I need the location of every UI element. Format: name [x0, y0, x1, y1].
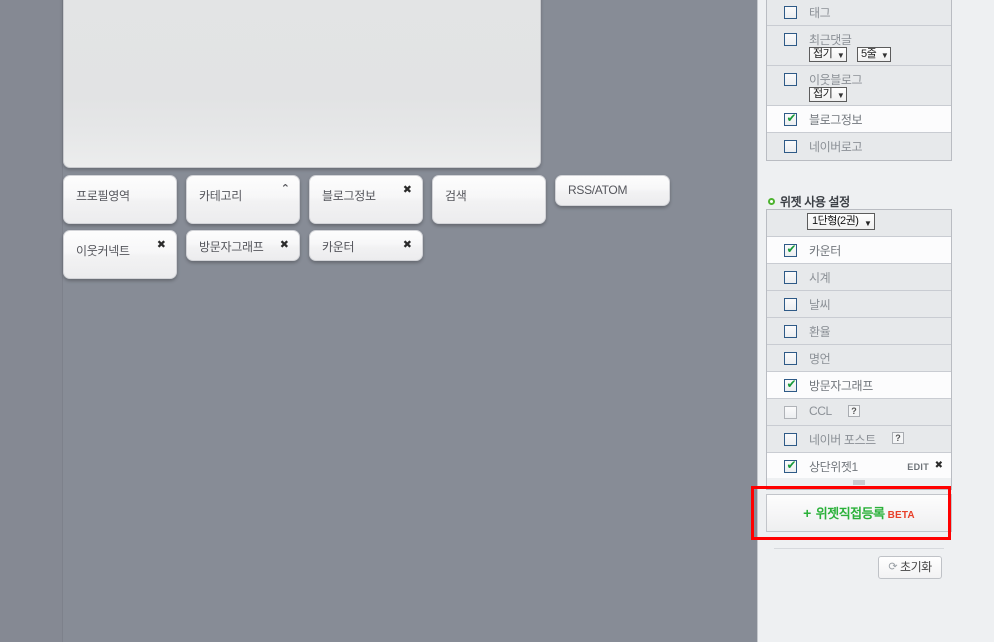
edit-link[interactable]: EDIT [907, 462, 929, 472]
checkbox-icon[interactable] [784, 458, 798, 473]
checkbox-row-label: 카운터 [809, 244, 841, 258]
checkbox-row-label: 최근댓글 [809, 33, 852, 47]
checkbox-row[interactable]: 날씨 [767, 291, 951, 318]
register-widget-label: 위젯직접등록 [815, 506, 885, 521]
checkbox-row[interactable]: 네이버 포스트? [767, 426, 951, 453]
dropdown-select[interactable]: 5줄 [857, 47, 892, 62]
checkbox-icon[interactable] [784, 33, 797, 46]
checkbox-row[interactable]: 시계 [767, 264, 951, 291]
checkbox-row[interactable]: 태그 [767, 0, 951, 26]
widget-layout-canvas: 프로필영역 카테고리 ⌃ 블로그정보 ✖ 검색 RSS/ATOM 이웃커넥트 ✖ 방문자그래프 ✖ 카… [0, 0, 757, 642]
checkbox-row[interactable]: 네이버로고 [767, 133, 951, 160]
checkbox-row[interactable]: CCL? [767, 399, 951, 426]
refresh-icon: ⟳ [888, 561, 898, 573]
widget-chip[interactable]: 카운터 ✖ [309, 230, 423, 261]
widget-chip-label: 카운터 [322, 240, 355, 254]
checkbox-icon[interactable] [784, 377, 798, 392]
checkbox-row-label: 네이버 포스트 [809, 433, 876, 447]
widget-chip[interactable]: 방문자그래프 ✖ [186, 230, 300, 261]
widget-preview-panel [63, 0, 541, 168]
widget-chip[interactable]: 이웃커넥트 ✖ [63, 230, 177, 279]
settings-sidebar: 태그최근댓글접기5줄이웃블로그접기블로그정보네이버로고 위젯 사용 설정 1단형… [757, 0, 994, 642]
register-widget-button[interactable]: + 위젯직접등록 BETA [766, 494, 952, 532]
reset-button[interactable]: ⟳ 초기화 [878, 556, 942, 579]
checkbox-row-label: 상단위젯1 [809, 460, 858, 474]
canvas-left-rail [0, 0, 63, 642]
close-icon[interactable]: ✖ [935, 460, 943, 471]
checkbox-row-label: 날씨 [809, 298, 831, 312]
dropdown-select[interactable]: 접기 [809, 87, 848, 102]
widget-list-scroll-handle[interactable] [766, 478, 952, 490]
widget-chip[interactable]: 블로그정보 ✖ [309, 175, 423, 224]
checkbox-row[interactable]: 카운터 [767, 237, 951, 264]
help-icon[interactable]: ? [848, 405, 860, 417]
checkbox-row-label: 시계 [809, 271, 831, 285]
checkbox-icon[interactable] [784, 325, 797, 338]
checkbox-row-label: 방문자그래프 [809, 379, 873, 393]
checkbox-row-label: 이웃블로그 [809, 73, 863, 87]
widget-chip-label: 프로필영역 [76, 189, 130, 203]
checkbox-icon[interactable] [784, 111, 798, 126]
layout-select[interactable]: 1단형(2권) [807, 213, 876, 231]
checkbox-row-label: 태그 [809, 6, 831, 20]
widget-chip[interactable]: 카테고리 ⌃ [186, 175, 300, 224]
checkbox-icon[interactable] [784, 406, 797, 419]
checkbox-icon[interactable] [784, 140, 797, 153]
checkbox-row[interactable]: 환율 [767, 318, 951, 345]
checkbox-row[interactable]: 명언 [767, 345, 951, 372]
checkbox-icon[interactable] [784, 242, 798, 257]
widget-section-heading: 위젯 사용 설정 [768, 193, 850, 210]
widget-chip[interactable]: 검색 [432, 175, 546, 224]
widget-chip-label: 방문자그래프 [199, 240, 264, 254]
widget-chip-label: 이웃커넥트 [76, 244, 130, 258]
checkbox-row-label: 환율 [809, 325, 831, 339]
checkbox-icon[interactable] [784, 298, 797, 311]
checkbox-icon[interactable] [784, 271, 797, 284]
checkbox-icon[interactable] [784, 433, 797, 446]
dropdown-select[interactable]: 접기 [809, 47, 848, 62]
widget-chip-label: RSS/ATOM [568, 183, 628, 197]
reset-button-label: 초기화 [900, 560, 932, 574]
checkbox-row[interactable]: 상단위젯1 EDIT ✖ [767, 453, 951, 480]
close-icon[interactable]: ✖ [403, 240, 412, 251]
checkbox-row[interactable]: 방문자그래프 [767, 372, 951, 399]
menu-item-list: 태그최근댓글접기5줄이웃블로그접기블로그정보네이버로고 [766, 0, 952, 161]
widget-item-list: 1단형(2권)카운터시계날씨환율명언방문자그래프CCL?네이버 포스트?상단위젯… [766, 209, 952, 481]
status-dot-icon [768, 198, 775, 206]
widget-section-heading-label: 위젯 사용 설정 [780, 195, 850, 209]
checkbox-row[interactable]: 이웃블로그 접기 [767, 66, 951, 106]
chevron-up-icon[interactable]: ⌃ [281, 184, 290, 195]
close-icon[interactable]: ✖ [403, 185, 412, 196]
widget-chip[interactable]: 프로필영역 [63, 175, 177, 224]
widget-chip-label: 블로그정보 [322, 189, 376, 203]
layout-select-row: 1단형(2권) [767, 210, 951, 237]
checkbox-icon[interactable] [784, 352, 797, 365]
sidebar-divider [774, 548, 944, 549]
checkbox-row-label: 네이버로고 [809, 140, 863, 154]
checkbox-icon[interactable] [784, 6, 797, 19]
checkbox-row-label: 명언 [809, 352, 831, 366]
close-icon[interactable]: ✖ [280, 240, 289, 251]
widget-chip-label: 검색 [445, 189, 467, 203]
widget-chip-label: 카테고리 [199, 189, 242, 203]
beta-badge: BETA [887, 510, 915, 521]
scroll-nub-icon [853, 480, 865, 485]
checkbox-row[interactable]: 블로그정보 [767, 106, 951, 133]
checkbox-icon[interactable] [784, 73, 797, 86]
checkbox-row-label: CCL [809, 404, 832, 418]
close-icon[interactable]: ✖ [157, 240, 166, 251]
checkbox-row-label: 블로그정보 [809, 113, 863, 127]
help-icon[interactable]: ? [892, 432, 904, 444]
widget-chip[interactable]: RSS/ATOM [555, 175, 670, 206]
plus-icon: + [803, 505, 812, 521]
checkbox-row[interactable]: 최근댓글접기 5줄 [767, 26, 951, 66]
